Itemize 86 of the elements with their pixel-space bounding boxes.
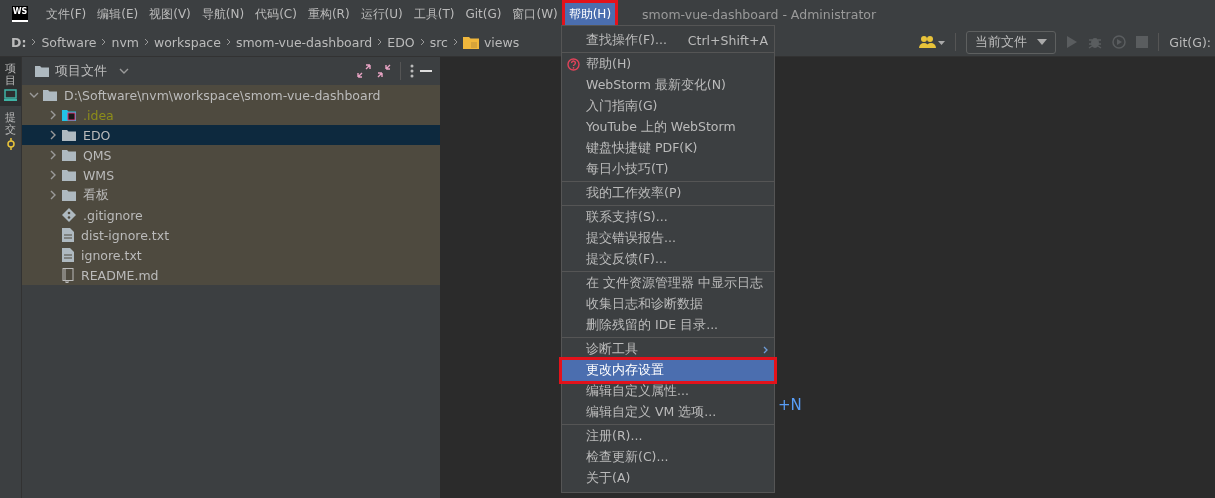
- menu-item[interactable]: 重构(R): [303, 2, 354, 26]
- menu-item[interactable]: 提交错误报告...: [562, 228, 774, 249]
- tree-item[interactable]: 看板: [22, 185, 440, 205]
- tree-item[interactable]: D:\Software\nvm\workspace\smom-vue-dashboard: [22, 85, 440, 105]
- breadcrumb-link[interactable]: src: [429, 34, 448, 50]
- menu-item[interactable]: 在 文件资源管理器 中显示日志: [562, 273, 774, 294]
- tool-window-tab[interactable]: 项目: [0, 57, 21, 107]
- menu-item[interactable]: 提交反馈(F)...: [562, 249, 774, 270]
- menu-item[interactable]: 键盘快捷键 PDF(K): [562, 138, 774, 159]
- folder-icon: [62, 169, 76, 181]
- app-logo: WS: [12, 6, 28, 22]
- chevron-icon: [31, 38, 37, 46]
- menu-item[interactable]: YouTube 上的 WebStorm: [562, 117, 774, 138]
- chevron-icon: [452, 38, 458, 46]
- menu-item[interactable]: 编辑自定义属性...: [562, 381, 774, 402]
- file-icon: [62, 248, 74, 262]
- menu-item[interactable]: 窗口(W): [508, 2, 562, 26]
- monitor-icon: [4, 89, 17, 102]
- folder-icon: [62, 129, 76, 141]
- chevron-icon: [225, 38, 231, 46]
- expand-icon[interactable]: [357, 64, 371, 78]
- tree-item[interactable]: QMS: [22, 145, 440, 165]
- file-icon: [62, 228, 74, 242]
- folder-icon: [43, 89, 57, 101]
- menu-item[interactable]: 导航(N): [197, 2, 249, 26]
- menu-item[interactable]: 更改内存设置: [562, 360, 774, 381]
- menu-item[interactable]: 入门指南(G): [562, 96, 774, 117]
- panel-title: 项目文件: [55, 62, 107, 80]
- menu-item[interactable]: 收集日志和诊断数据: [562, 294, 774, 315]
- menu-item[interactable]: 帮助(H): [564, 2, 616, 26]
- breadcrumb-link[interactable]: Software: [41, 34, 97, 50]
- git-label: Git(G):: [1169, 34, 1211, 50]
- chevron-icon: [419, 38, 425, 46]
- tree-item[interactable]: dist-ignore.txt: [22, 225, 440, 245]
- menu-item[interactable]: 检查更新(C)...: [562, 447, 774, 468]
- tree-item[interactable]: EDO: [22, 125, 440, 145]
- more-icon[interactable]: [410, 64, 414, 78]
- tool-window-tab[interactable]: 提交: [0, 106, 21, 156]
- caret-icon: [1037, 39, 1048, 45]
- menu-item[interactable]: WebStorm 最新变化(N): [562, 75, 774, 96]
- menu-item[interactable]: 每日小技巧(T): [562, 159, 774, 180]
- run-config-dropdown[interactable]: 当前文件: [966, 30, 1057, 54]
- breadcrumb-link[interactable]: workspace: [154, 34, 221, 50]
- menu-item[interactable]: 运行(U): [356, 2, 407, 26]
- git-icon: [62, 208, 76, 222]
- menu-item[interactable]: 工具(T): [409, 2, 459, 26]
- tree-item[interactable]: README.md: [22, 265, 440, 285]
- chevron-down-icon: [29, 91, 39, 99]
- menu-item[interactable]: 编辑自定义 VM 选项...: [562, 402, 774, 423]
- tree-item[interactable]: .gitignore: [22, 205, 440, 225]
- menu-item[interactable]: 代码(C): [251, 2, 301, 26]
- shortcut-hint: +N: [778, 396, 802, 414]
- menu-item[interactable]: Git(G): [461, 4, 506, 24]
- menu-item[interactable]: 联系支持(S)...: [562, 207, 774, 228]
- book-icon: [62, 267, 74, 283]
- breadcrumb-link[interactable]: nvm: [111, 34, 139, 50]
- people-icon[interactable]: [919, 35, 946, 49]
- window-title: smom-vue-dashboard - Administrator: [642, 6, 877, 22]
- tree-item[interactable]: WMS: [22, 165, 440, 185]
- breadcrumb-link[interactable]: views: [483, 34, 520, 50]
- menu-item[interactable]: 我的工作效率(P): [562, 183, 774, 204]
- breadcrumb-link[interactable]: EDO: [387, 34, 415, 50]
- breadcrumb-link[interactable]: D:: [11, 34, 27, 50]
- minimize-icon[interactable]: [420, 69, 432, 73]
- chevron-icon: [101, 38, 107, 46]
- collapse-icon[interactable]: [377, 64, 391, 78]
- tree-item[interactable]: ignore.txt: [22, 245, 440, 265]
- commit-icon: [5, 138, 16, 151]
- menu-item[interactable]: 帮助(H): [562, 54, 774, 75]
- menu-item[interactable]: 视图(V): [145, 2, 195, 26]
- chevron-icon: [377, 38, 383, 46]
- chevron-down-icon: [119, 67, 129, 75]
- folder-icon: [62, 189, 76, 201]
- breadcrumb-link[interactable]: smom-vue-dashboard: [235, 34, 373, 50]
- menu-item[interactable]: 编辑(E): [93, 2, 143, 26]
- folder-icon: [35, 65, 49, 77]
- menu-item[interactable]: 关于(A): [562, 468, 774, 489]
- folder-icon: [62, 109, 76, 121]
- menu-item[interactable]: 文件(F): [42, 2, 91, 26]
- chevron-icon: [144, 38, 149, 46]
- folder-icon: [462, 35, 479, 49]
- help-icon: [567, 58, 580, 71]
- menu-item[interactable]: 删除残留的 IDE 目录...: [562, 315, 774, 336]
- menu-item[interactable]: 查找操作(F)... Ctrl+Shift+A: [562, 30, 774, 51]
- menu-item[interactable]: 注册(R)...: [562, 426, 774, 447]
- folder-icon: [62, 149, 76, 161]
